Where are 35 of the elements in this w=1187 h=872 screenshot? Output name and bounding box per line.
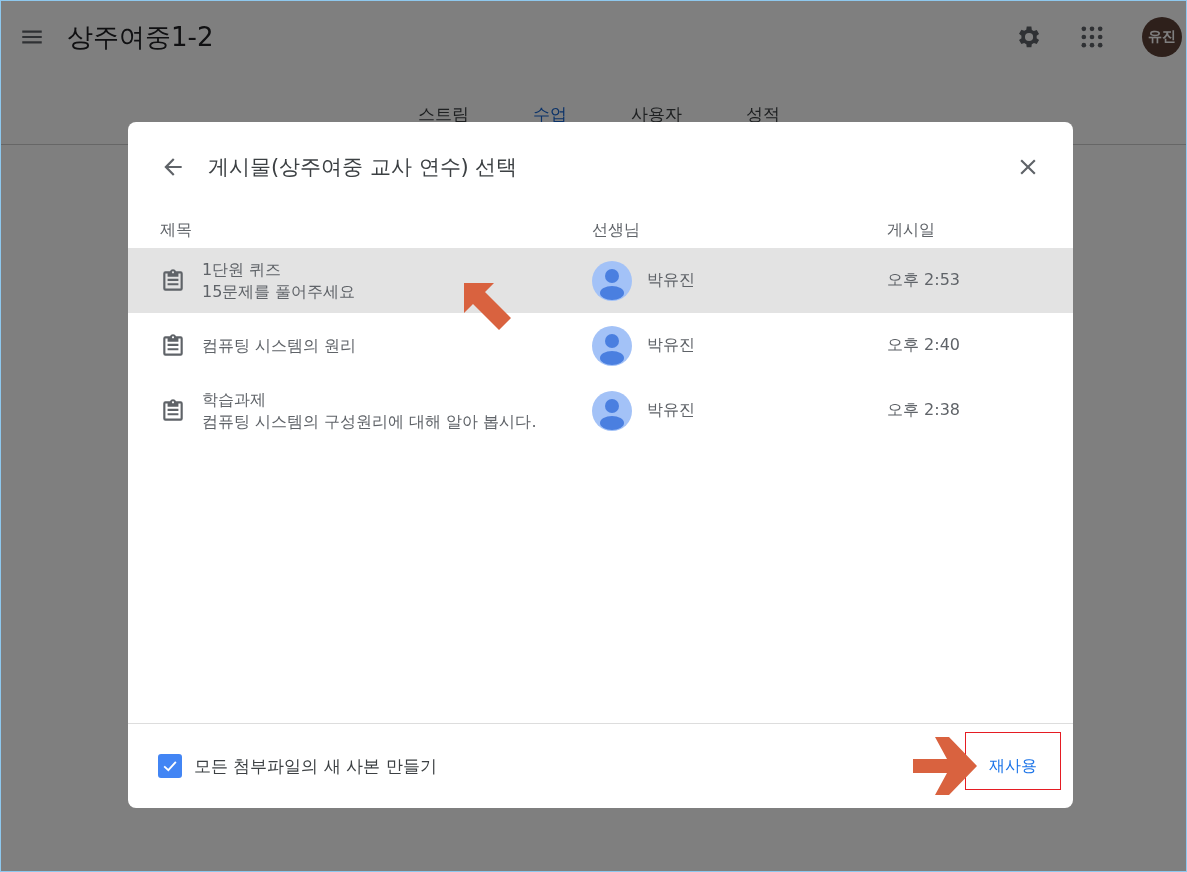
tab[interactable]: 스트림 (411, 103, 475, 126)
post-description: 컴퓨팅 시스템의 구성원리에 대해 알아 봅시다. (202, 410, 537, 433)
tab[interactable]: 수업 (526, 103, 573, 126)
column-header: 선생님 (592, 219, 641, 241)
reuse-button[interactable]: 재사용 (983, 747, 1043, 785)
post-description: 15문제를 풀어주세요 (202, 280, 356, 303)
tab[interactable]: 성적 (739, 103, 786, 126)
teacher-name: 박유진 (647, 400, 695, 421)
class-title: 상주여중1-2 (67, 20, 214, 54)
annotation-arrow-icon (913, 737, 977, 795)
post-row[interactable]: 학습과제 컴퓨팅 시스템의 구성원리에 대해 알아 봅시다. 박유진 오후 2:38 (128, 378, 1073, 443)
post-title: 학습과제 (202, 388, 267, 411)
dialog-title: 게시물(상주여중 교사 연수) 선택 (208, 154, 519, 181)
avatar-icon (592, 325, 632, 366)
post-title: 1단원 퀴즈 (202, 258, 283, 281)
checkbox-label: 모든 첨부파일의 새 사본 만들기 (194, 754, 437, 778)
tab[interactable]: 사용자 (624, 103, 688, 126)
post-title: 컴퓨팅 시스템의 원리 (202, 334, 357, 357)
posted-time: 오후 2:38 (887, 400, 961, 421)
post-row[interactable]: 컴퓨팅 시스템의 원리 박유진 오후 2:40 (128, 313, 1073, 378)
column-header: 게시일 (887, 219, 936, 241)
clipboard-icon (160, 397, 186, 424)
checkbox[interactable] (158, 754, 182, 778)
posted-time: 오후 2:40 (887, 335, 961, 356)
posted-time: 오후 2:53 (887, 270, 961, 291)
post-row[interactable]: 1단원 퀴즈 15문제를 풀어주세요 박유진 오후 2:53 (128, 248, 1073, 313)
teacher-name: 박유진 (647, 335, 695, 356)
column-header: 제목 (160, 219, 193, 241)
clipboard-icon (160, 267, 186, 294)
clipboard-icon (160, 332, 186, 359)
user-avatar[interactable]: 유진 (1142, 17, 1182, 57)
avatar-icon (592, 260, 632, 301)
avatar-icon (592, 390, 632, 431)
annotation-arrow-icon (462, 281, 512, 331)
teacher-name: 박유진 (647, 270, 695, 291)
